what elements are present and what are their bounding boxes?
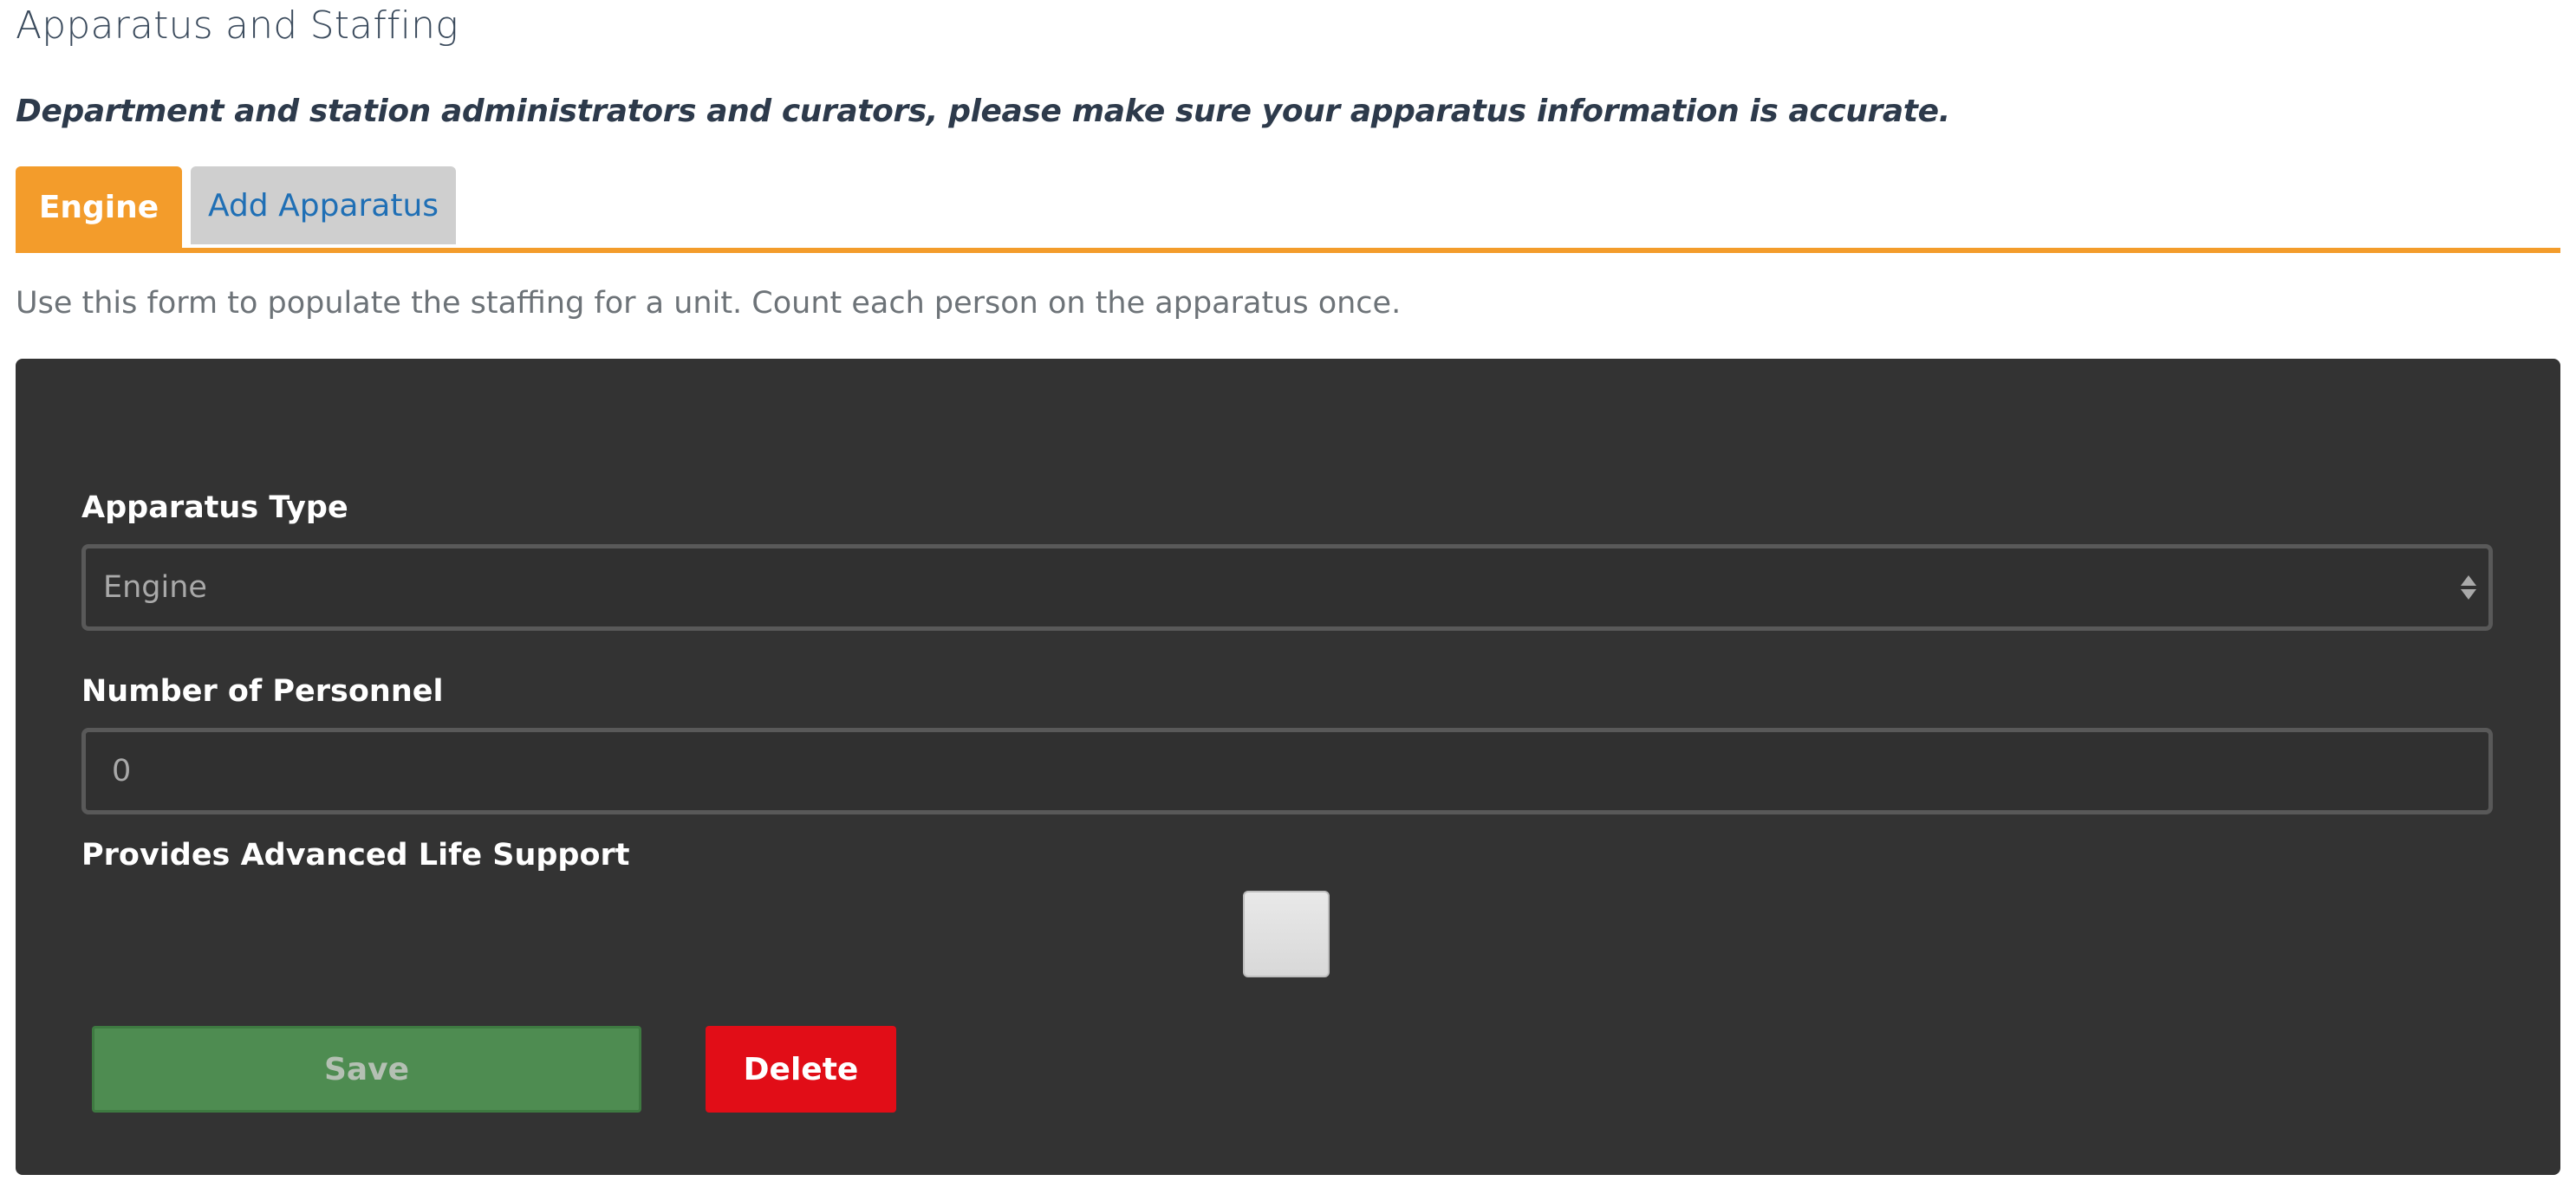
apparatus-form-panel: Apparatus Type Engine Number of Personne… (16, 359, 2560, 1175)
personnel-value: 0 (112, 754, 132, 788)
personnel-input[interactable]: 0 (81, 728, 2493, 814)
admin-notice: Department and station administrators an… (16, 94, 1950, 129)
apparatus-type-label: Apparatus Type (81, 490, 348, 525)
apparatus-type-value: Engine (103, 570, 207, 605)
personnel-label: Number of Personnel (81, 674, 444, 709)
tab-engine[interactable]: Engine (16, 166, 182, 248)
page-title: Apparatus and Staffing (16, 3, 459, 48)
tab-bar: Engine Add Apparatus (16, 166, 2560, 253)
form-help-text: Use this form to populate the staffing f… (16, 286, 1402, 321)
als-checkbox[interactable] (1243, 891, 1330, 977)
tab-add-apparatus[interactable]: Add Apparatus (191, 166, 456, 244)
als-label: Provides Advanced Life Support (81, 838, 630, 873)
up-down-chevron-icon (2461, 575, 2476, 600)
delete-button[interactable]: Delete (706, 1026, 896, 1113)
save-button[interactable]: Save (92, 1026, 641, 1113)
apparatus-type-select[interactable]: Engine (81, 544, 2493, 631)
